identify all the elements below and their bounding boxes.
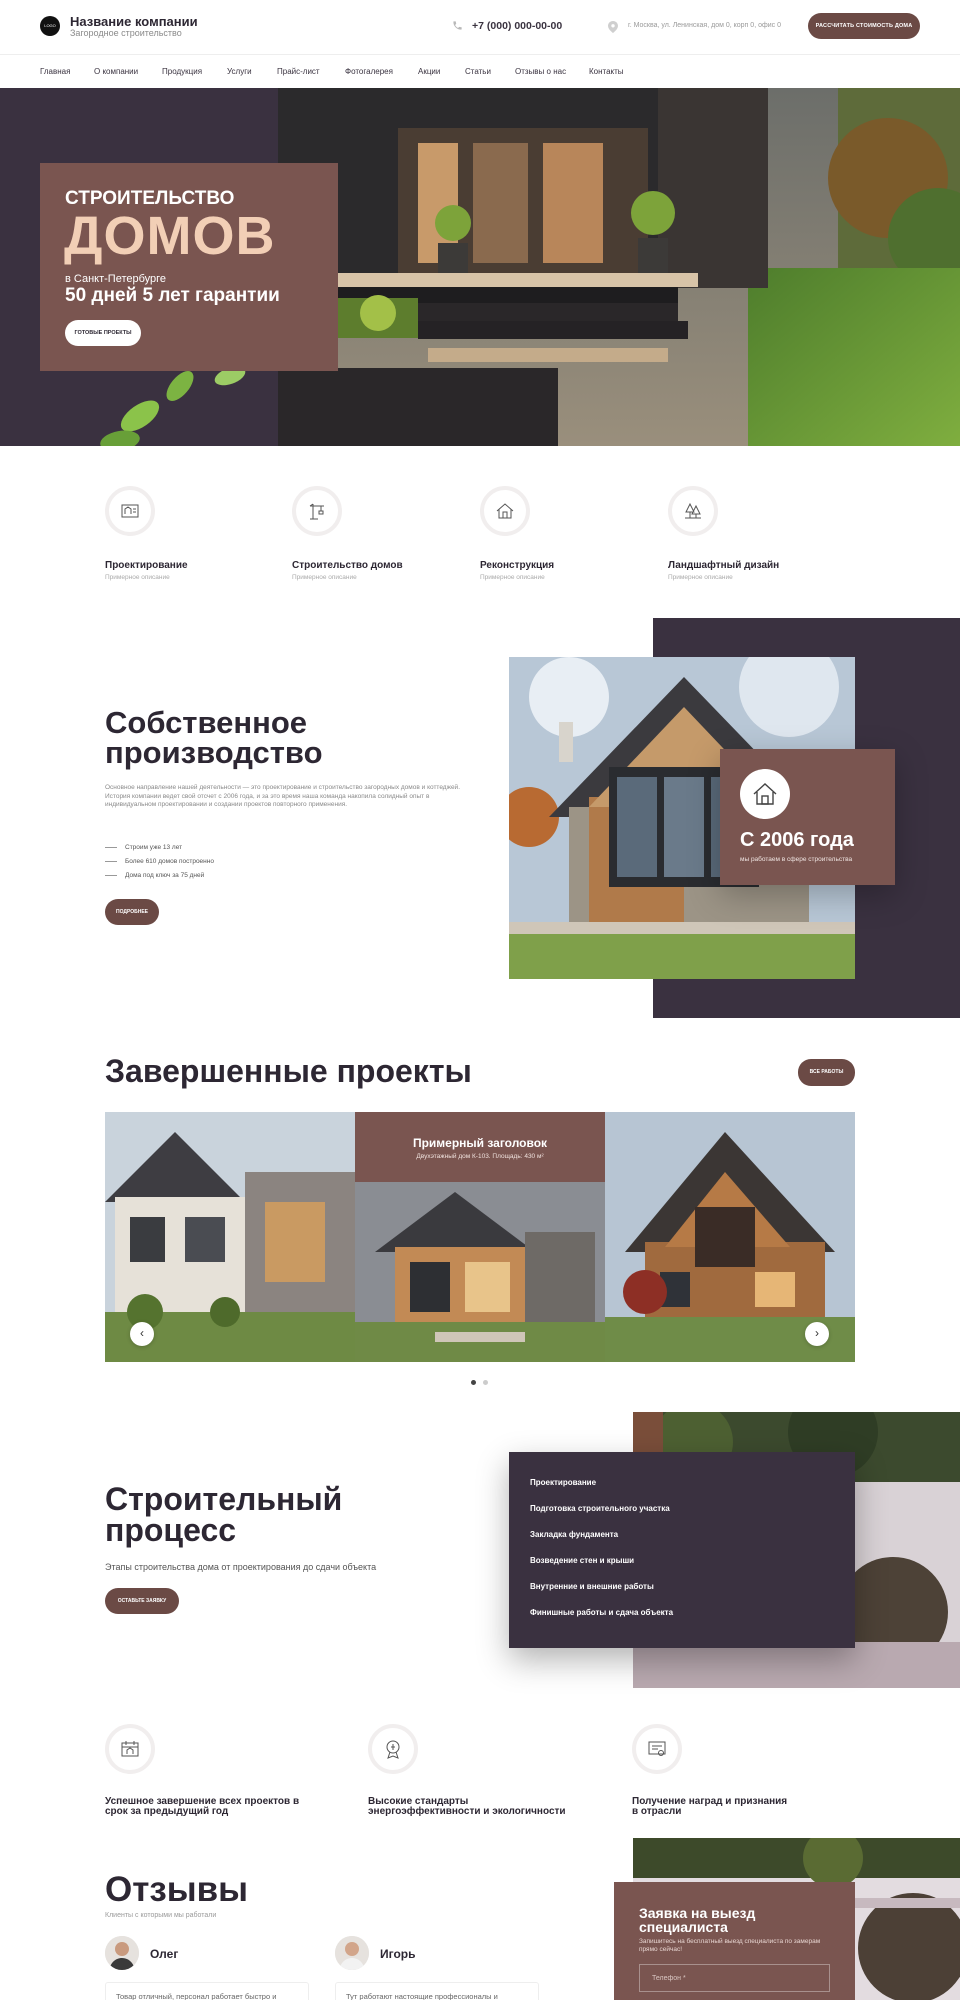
more-button[interactable]: ПОДРОБНЕЕ (105, 899, 159, 925)
location-pin-icon (608, 20, 618, 33)
avatar (335, 1936, 369, 1970)
project-subtitle: Двухэтажный дом К-103. Площадь: 430 м² (416, 1153, 544, 1160)
house-icon (740, 769, 790, 819)
nav-item-prices[interactable]: Прайс-лист (277, 67, 320, 76)
reviews-title: Отзывы (105, 1870, 249, 1909)
phone-number[interactable]: +7 (000) 000-00-00 (472, 20, 562, 32)
company-name[interactable]: Название компании (70, 14, 198, 29)
hero-guarantee: 50 дней 5 лет гарантии (65, 285, 280, 306)
main-nav: Главная О компании Продукция Услуги Прай… (0, 54, 960, 88)
request-title-line1: Заявка на выезд (639, 1905, 756, 1921)
request-subtitle: Запишитесь на бесплатный выезд специалис… (639, 1938, 821, 1953)
production-text: Основное направление нашей деятельности … (105, 784, 460, 808)
nav-item-gallery[interactable]: Фотогалерея (345, 67, 393, 76)
process-steps-card: Проектирование Подготовка строительного … (509, 1452, 855, 1648)
request-card: Заявка на выезд специалиста Запишитесь н… (614, 1882, 855, 2000)
service-description: Примерное описание (292, 574, 357, 581)
review-text: Товар отличный, персонал работает быстро… (116, 1992, 277, 2000)
ready-projects-button[interactable]: ГОТОВЫЕ ПРОЕКТЫ (65, 320, 141, 346)
hero-title-line2: ДОМОВ (64, 206, 276, 266)
nav-item-about[interactable]: О компании (94, 67, 138, 76)
process-step[interactable]: Внутренние и внешние работы (530, 1582, 654, 1591)
service-description: Примерное описание (480, 574, 545, 581)
process-title-line1: Строительный (105, 1481, 343, 1517)
feature-title-line2: энергоэффективности и экологичности (368, 1806, 566, 1817)
nav-item-contacts[interactable]: Контакты (589, 67, 624, 76)
crane-icon (292, 486, 342, 536)
since-subtitle: мы работаем в сфере строительства (740, 856, 853, 863)
carousel-prev-button[interactable]: ‹ (130, 1322, 154, 1346)
avatar (105, 1936, 139, 1970)
service-title: Строительство домов (292, 560, 403, 571)
project-title: Примерный заголовок (412, 1136, 548, 1150)
leave-request-button[interactable]: ОСТАВЬТЕ ЗАЯВКУ (105, 1588, 179, 1614)
service-title: Ландшафтный дизайн (668, 560, 780, 571)
service-title: Проектирование (105, 560, 188, 571)
service-description: Примерное описание (668, 574, 733, 581)
production-title-line1: Собственное (105, 705, 307, 740)
carousel-dot[interactable] (483, 1380, 488, 1385)
calendar-house-icon (105, 1724, 155, 1774)
nav-item-services[interactable]: Услуги (227, 67, 252, 76)
feature-title-line2: срок за предыдущий год (105, 1806, 229, 1817)
nav-item-reviews[interactable]: Отзывы о нас (515, 67, 566, 76)
feature-title: Получение наград и признания в отрасли (632, 1797, 787, 1817)
eco-badge-icon (368, 1724, 418, 1774)
service-title: Реконструкция (480, 560, 555, 571)
hero-card: СТРОИТЕЛЬСТВО ДОМОВ в Санкт-Петербурге 5… (40, 163, 338, 371)
process-step[interactable]: Проектирование (530, 1478, 596, 1487)
blueprint-icon (105, 486, 155, 536)
process-step[interactable]: Закладка фундамента (530, 1530, 618, 1539)
review-card: Товар отличный, персонал работает быстро… (105, 1982, 309, 2000)
process-step[interactable]: Финишные работы и сдача объекта (530, 1608, 673, 1617)
process-title-line2: процесс (105, 1512, 237, 1548)
certificate-icon (632, 1724, 682, 1774)
nav-item-articles[interactable]: Статьи (465, 67, 491, 76)
request-title: Заявка на выезд специалиста (639, 1906, 755, 1934)
company-tagline: Загородное строительство (70, 28, 182, 38)
site-header: LOGO Название компании Загородное строит… (0, 0, 960, 54)
carousel-next-button[interactable]: › (805, 1322, 829, 1346)
reviewer-name: Игорь (380, 1947, 416, 1961)
feature-title: Успешное завершение всех проектов в срок… (105, 1797, 299, 1817)
request-title-line2: специалиста (639, 1919, 728, 1935)
production-bullet: Строим уже 13 лет (105, 844, 182, 851)
address: г. Москва, ул. Ленинская, дом 0, корп 0,… (628, 22, 781, 29)
house-icon (480, 486, 530, 536)
all-works-button[interactable]: ВСЕ РАБОТЫ (798, 1059, 855, 1086)
production-bullet: Дома под ключ за 75 дней (105, 872, 204, 879)
reviews-subtitle: Клиенты с которыми мы работали (105, 1912, 217, 1919)
review-card: Тут работают настоящие профессионалы и (335, 1982, 539, 2000)
process-title: Строительный процесс (105, 1481, 343, 1548)
since-card: С 2006 года мы работаем в сфере строител… (720, 749, 895, 885)
projects-title: Завершенные проекты (105, 1053, 472, 1089)
production-title: Собственное производство (105, 705, 323, 770)
hero-city: в Санкт-Петербурге (65, 273, 167, 285)
production-bullet: Более 610 домов построенно (105, 858, 214, 865)
phone-field[interactable] (639, 1964, 830, 1992)
service-description: Примерное описание (105, 574, 170, 581)
carousel-dot-active[interactable] (471, 1380, 476, 1385)
project-card-featured[interactable]: Примерный заголовок Двухэтажный дом К-10… (355, 1112, 605, 1362)
nav-item-home[interactable]: Главная (40, 67, 70, 76)
feature-title: Высокие стандарты энергоэффективности и … (368, 1797, 566, 1817)
production-title-line2: производство (105, 735, 323, 770)
hero-section: СТРОИТЕЛЬСТВО ДОМОВ в Санкт-Петербурге 5… (0, 88, 960, 446)
review-text: Тут работают настоящие профессионалы и (346, 1992, 498, 2000)
since-year: С 2006 года (740, 829, 854, 851)
trees-icon (668, 486, 718, 536)
phone-icon (452, 20, 464, 32)
process-step[interactable]: Возведение стен и крыши (530, 1556, 634, 1565)
hero-house-photo (278, 88, 960, 446)
feature-title-line2: в отрасли (632, 1806, 682, 1817)
calculate-cost-button[interactable]: РАССЧИТАТЬ СТОИМОСТЬ ДОМА (808, 13, 920, 39)
nav-item-promos[interactable]: Акции (418, 67, 440, 76)
reviewer-name: Олег (150, 1947, 179, 1961)
process-step[interactable]: Подготовка строительного участка (530, 1504, 670, 1513)
process-subtitle: Этапы строительства дома от проектирован… (105, 1562, 377, 1572)
logo[interactable]: LOGO (40, 16, 60, 36)
nav-item-products[interactable]: Продукция (162, 67, 202, 76)
